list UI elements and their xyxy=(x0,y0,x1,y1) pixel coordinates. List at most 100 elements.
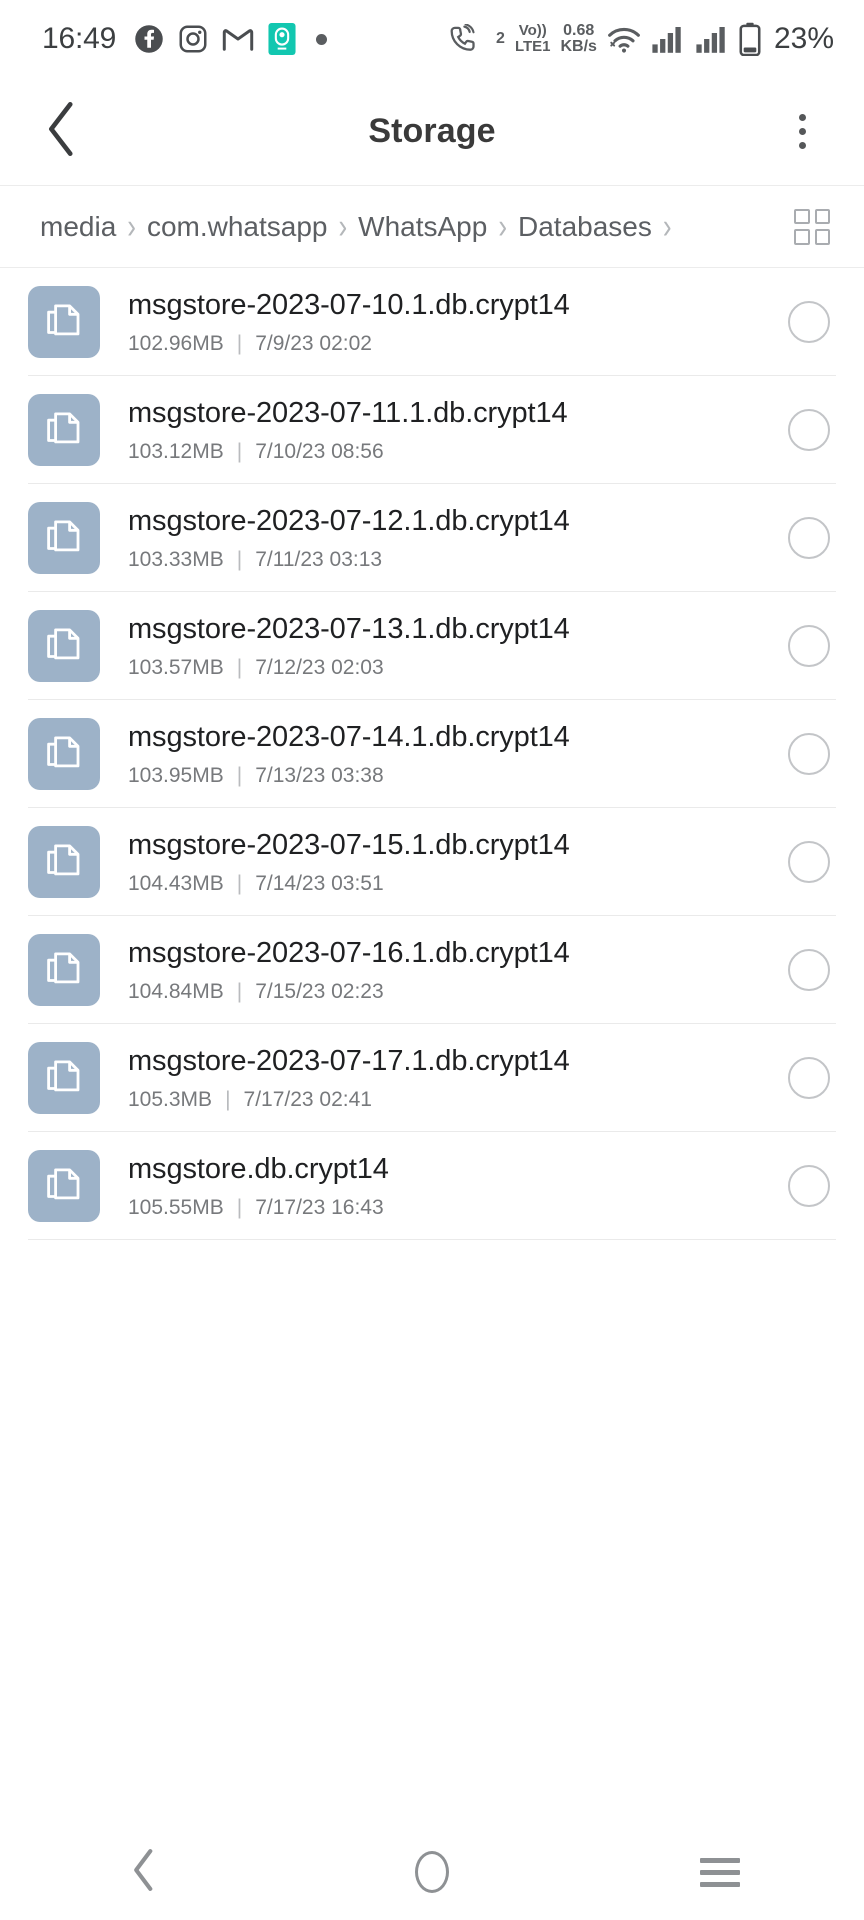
file-details: msgstore-2023-07-16.1.db.crypt14 104.84M… xyxy=(100,937,770,1004)
file-sub-separator: | xyxy=(236,871,243,895)
overflow-menu-button[interactable] xyxy=(772,102,832,162)
file-sub-separator: | xyxy=(236,331,243,355)
file-select-checkbox[interactable] xyxy=(788,949,830,991)
status-bar: 16:49 2 Vo)) LTE1 0.68 KB/s 23% xyxy=(0,0,864,78)
file-sub-separator: | xyxy=(236,655,243,679)
table-row[interactable]: msgstore-2023-07-17.1.db.crypt14 105.3MB… xyxy=(0,1024,864,1132)
table-row[interactable]: msgstore-2023-07-14.1.db.crypt14 103.95M… xyxy=(0,700,864,808)
document-copy-icon xyxy=(28,394,100,466)
file-size: 105.3MB xyxy=(128,1087,213,1111)
file-details: msgstore-2023-07-10.1.db.crypt14 102.96M… xyxy=(100,289,770,356)
file-sub-separator: | xyxy=(236,979,243,1003)
dot-indicator-icon xyxy=(316,33,328,45)
nav-back-button[interactable] xyxy=(84,1836,204,1908)
file-date: 7/12/23 02:03 xyxy=(255,655,384,679)
file-name: msgstore-2023-07-15.1.db.crypt14 xyxy=(128,828,570,861)
document-copy-icon xyxy=(28,1042,100,1114)
document-copy-icon xyxy=(28,1150,100,1222)
file-sub-separator: | xyxy=(225,1087,231,1111)
battery-icon xyxy=(739,22,761,56)
breadcrumb-separator-icon-2: › xyxy=(338,210,348,243)
file-subtitle: 104.84MB | 7/15/23 02:23 xyxy=(128,980,770,1004)
file-name: msgstore-2023-07-13.1.db.crypt14 xyxy=(128,612,570,645)
table-row[interactable]: msgstore-2023-07-15.1.db.crypt14 104.43M… xyxy=(0,808,864,916)
wifi-icon xyxy=(607,25,641,53)
file-name: msgstore.db.crypt14 xyxy=(128,1152,389,1185)
table-row[interactable]: msgstore-2023-07-10.1.db.crypt14 102.96M… xyxy=(0,268,864,376)
table-row[interactable]: msgstore-2023-07-13.1.db.crypt14 103.57M… xyxy=(0,592,864,700)
file-details: msgstore-2023-07-14.1.db.crypt14 103.95M… xyxy=(100,721,770,788)
breadcrumb-item-com-whatsapp[interactable]: com.whatsapp xyxy=(147,211,328,243)
page-title: Storage xyxy=(368,112,496,150)
file-select-checkbox[interactable] xyxy=(788,517,830,559)
file-select-checkbox[interactable] xyxy=(788,409,830,451)
grid-view-icon[interactable] xyxy=(786,201,838,253)
phone-screen: 16:49 2 Vo)) LTE1 0.68 KB/s 23% Storage … xyxy=(0,0,864,1920)
table-row[interactable]: msgstore-2023-07-11.1.db.crypt14 103.12M… xyxy=(0,376,864,484)
document-copy-icon xyxy=(28,718,100,790)
breadcrumb-item-media[interactable]: media xyxy=(40,211,116,243)
document-copy-icon xyxy=(28,286,100,358)
file-subtitle: 103.57MB | 7/12/23 02:03 xyxy=(128,656,770,680)
document-copy-icon xyxy=(28,934,100,1006)
nav-recents-button[interactable] xyxy=(660,1836,780,1908)
file-date: 7/10/23 08:56 xyxy=(255,439,384,463)
file-subtitle: 105.55MB | 7/17/23 16:43 xyxy=(128,1196,770,1220)
home-circle-icon xyxy=(415,1851,449,1893)
breadcrumb-item-databases[interactable]: Databases xyxy=(518,211,652,243)
file-select-checkbox[interactable] xyxy=(788,733,830,775)
file-select-checkbox[interactable] xyxy=(788,301,830,343)
more-vertical-icon xyxy=(798,114,806,121)
volte-indicator: Vo)) LTE1 xyxy=(514,22,551,55)
file-name: msgstore-2023-07-14.1.db.crypt14 xyxy=(128,720,570,753)
file-name: msgstore-2023-07-12.1.db.crypt14 xyxy=(128,504,570,537)
file-subtitle: 104.43MB | 7/14/23 03:51 xyxy=(128,872,770,896)
signal-bars-icon xyxy=(651,24,685,54)
file-size: 103.95MB xyxy=(128,763,224,787)
breadcrumb-separator-icon-4: › xyxy=(662,210,672,243)
facebook-icon xyxy=(134,24,164,54)
grid-cell-2 xyxy=(814,208,830,224)
file-size: 103.33MB xyxy=(128,547,224,571)
status-bar-left: 16:49 xyxy=(42,22,328,56)
breadcrumb: media › com.whatsapp › WhatsApp › Databa… xyxy=(0,186,864,268)
grid-cell-3 xyxy=(794,229,810,245)
file-date: 7/17/23 16:43 xyxy=(255,1195,384,1219)
file-select-checkbox[interactable] xyxy=(788,625,830,667)
table-row[interactable]: msgstore-2023-07-12.1.db.crypt14 103.33M… xyxy=(0,484,864,592)
status-clock: 16:49 xyxy=(42,22,117,55)
call-signal-icon xyxy=(450,24,486,54)
file-select-checkbox[interactable] xyxy=(788,1057,830,1099)
nav-home-button[interactable] xyxy=(372,1836,492,1908)
instagram-icon xyxy=(178,24,208,54)
file-date: 7/17/23 02:41 xyxy=(243,1087,372,1111)
file-sub-separator: | xyxy=(236,439,243,463)
back-button[interactable] xyxy=(32,101,92,162)
file-sub-separator: | xyxy=(236,763,243,787)
file-details: msgstore-2023-07-11.1.db.crypt14 103.12M… xyxy=(100,397,770,464)
file-list[interactable]: msgstore-2023-07-10.1.db.crypt14 102.96M… xyxy=(0,268,864,1824)
file-details: msgstore.db.crypt14 105.55MB | 7/17/23 1… xyxy=(100,1153,770,1220)
file-select-checkbox[interactable] xyxy=(788,1165,830,1207)
teal-app-icon xyxy=(268,23,296,55)
recents-bar-1 xyxy=(700,1857,740,1863)
file-details: msgstore-2023-07-17.1.db.crypt14 105.3MB… xyxy=(100,1045,770,1112)
table-row[interactable]: msgstore-2023-07-16.1.db.crypt14 104.84M… xyxy=(0,916,864,1024)
file-date: 7/11/23 03:13 xyxy=(255,547,383,571)
document-copy-icon xyxy=(28,502,100,574)
chevron-left-icon xyxy=(131,1848,157,1897)
file-subtitle: 102.96MB | 7/9/23 02:02 xyxy=(128,332,770,356)
table-row[interactable]: msgstore.db.crypt14 105.55MB | 7/17/23 1… xyxy=(0,1132,864,1240)
breadcrumb-item-whatsapp[interactable]: WhatsApp xyxy=(358,211,487,243)
breadcrumb-separator-icon-3: › xyxy=(498,210,507,243)
file-name: msgstore-2023-07-17.1.db.crypt14 xyxy=(128,1044,570,1077)
file-select-checkbox[interactable] xyxy=(788,841,830,883)
breadcrumb-separator-icon: › xyxy=(127,210,136,243)
status-bar-right: 2 Vo)) LTE1 0.68 KB/s 23% xyxy=(450,22,834,56)
file-name: msgstore-2023-07-11.1.db.crypt14 xyxy=(128,396,568,429)
document-copy-icon xyxy=(28,826,100,898)
grid-cell-1 xyxy=(794,208,810,224)
file-size: 103.12MB xyxy=(128,439,224,463)
more-vertical-icon-dot3 xyxy=(798,142,806,149)
file-details: msgstore-2023-07-13.1.db.crypt14 103.57M… xyxy=(100,613,770,680)
